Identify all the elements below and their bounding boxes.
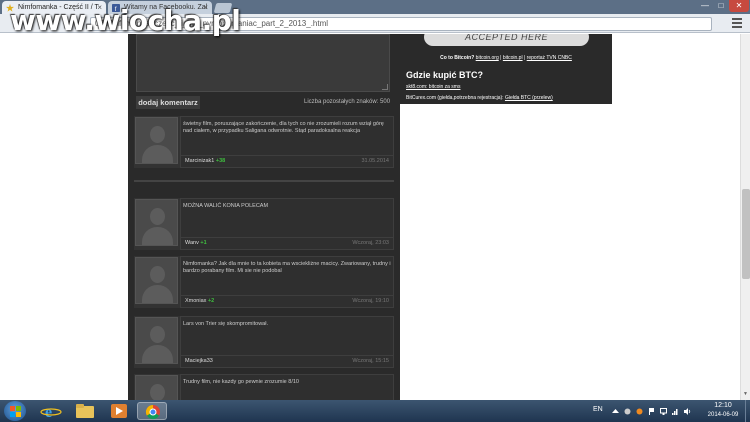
comment-date: Wczoraj, 19:10 bbox=[352, 298, 389, 304]
svg-text:e: e bbox=[45, 404, 52, 420]
comment-author-link[interactable]: Xmoniax +2 bbox=[185, 298, 214, 304]
display-icon[interactable] bbox=[660, 408, 667, 415]
comment-body: Nimfomanka? Jak dla mnie to ta kobieta m… bbox=[180, 256, 394, 308]
comment-text: MOŻNA WALIĆ KONIA POLECAM bbox=[183, 203, 269, 209]
comment-body: Lars von Trier się skompromitował. Macie… bbox=[180, 316, 394, 368]
comment-author-link[interactable]: Wanv +1 bbox=[185, 240, 207, 246]
add-comment-button[interactable]: dodaj komentarz bbox=[136, 96, 200, 109]
comment-item: MOŻNA WALIĆ KONIA POLECAM Wanv +1 Wczora… bbox=[134, 198, 394, 250]
comment-date: Wczoraj, 23:03 bbox=[352, 240, 389, 246]
comment-footer: Xmoniax +2 Wczoraj, 19:10 bbox=[181, 295, 393, 307]
link-tvn-report[interactable]: reportaż TVN CNBC bbox=[527, 55, 572, 61]
clock-time[interactable]: 12:10 bbox=[703, 402, 743, 409]
tray-arrow-icon[interactable] bbox=[612, 408, 619, 415]
chrome-icon[interactable] bbox=[137, 402, 167, 420]
scroll-down-arrow-icon[interactable]: ▼ bbox=[743, 391, 748, 397]
comment-body: świetny film, poruszające zakończenie, d… bbox=[180, 116, 394, 168]
maximize-button[interactable]: □ bbox=[713, 0, 729, 12]
comment-author-link[interactable]: Marcinizak1 +38 bbox=[185, 158, 225, 164]
comment-item: Trudny film, nie kazdy go pewnie zrozumi… bbox=[134, 374, 394, 400]
clock-date[interactable]: 2014-06-09 bbox=[703, 412, 743, 418]
comment-author-link[interactable]: Maciejka33 bbox=[185, 358, 213, 364]
resize-grip-icon[interactable] bbox=[382, 84, 388, 90]
page-viewport: dodaj komentarz Liczba pozostałych znakó… bbox=[0, 34, 740, 400]
bitcoin-sidebar: ACCEPTED HERE Co to Bitcoin? bitcoin.org… bbox=[400, 34, 612, 104]
comment-body: MOŻNA WALIĆ KONIA POLECAM Wanv +1 Wczora… bbox=[180, 198, 394, 250]
language-indicator[interactable]: EN bbox=[593, 406, 603, 413]
avatar bbox=[135, 199, 178, 246]
avatar bbox=[135, 117, 178, 164]
comment-item: Lars von Trier się skompromitował. Macie… bbox=[134, 316, 394, 368]
tray-orange-icon[interactable] bbox=[636, 408, 643, 415]
comment-score: +2 bbox=[207, 298, 215, 304]
exchange-bitcurex: BitCurex.com (giełda,potrzebna rejestrac… bbox=[406, 95, 553, 101]
avatar bbox=[135, 317, 178, 364]
bitcoin-accepted-badge[interactable]: ACCEPTED HERE bbox=[424, 34, 589, 46]
link-bitcurex[interactable]: Giełda BTC (przelew) bbox=[505, 95, 553, 101]
comment-footer: Wanv +1 Wczoraj, 23:03 bbox=[181, 237, 393, 249]
chars-remaining-text: Liczba pozostałych znaków: 500 bbox=[304, 99, 391, 105]
comment-text: świetny film, poruszające zakończenie, d… bbox=[183, 121, 384, 134]
comment-body: Trudny film, nie kazdy go pewnie zrozumi… bbox=[180, 374, 394, 400]
comment-footer: Maciejka33 Wczoraj, 15:15 bbox=[181, 355, 393, 367]
action-center-flag-icon[interactable] bbox=[648, 408, 655, 415]
chrome-menu-icon[interactable] bbox=[732, 18, 742, 28]
bitcoin-info-links: Co to Bitcoin? bitcoin.org | bitcoin.pl … bbox=[440, 55, 572, 61]
comment-text: Nimfomanka? Jak dla mnie to ta kobieta m… bbox=[183, 261, 391, 274]
comment-item: Nimfomanka? Jak dla mnie to ta kobieta m… bbox=[134, 256, 394, 308]
comment-text: Trudny film, nie kazdy go pewnie zrozumi… bbox=[183, 379, 299, 385]
avatar bbox=[135, 257, 178, 304]
avatar bbox=[135, 375, 178, 400]
windows-start-icon[interactable] bbox=[4, 401, 26, 421]
link-bitcoin-org[interactable]: bitcoin.org bbox=[476, 55, 499, 61]
comment-item: świetny film, poruszające zakończenie, d… bbox=[134, 116, 394, 168]
media-player-icon[interactable] bbox=[104, 402, 134, 420]
screen: Nimfomanka - Część II / T × f Witamy na … bbox=[0, 0, 750, 422]
where-buy-heading: Gdzie kupić BTC? bbox=[406, 70, 484, 80]
vertical-scrollbar[interactable]: ▼ bbox=[740, 34, 750, 400]
comment-score: +38 bbox=[215, 158, 226, 164]
minimize-button[interactable]: — bbox=[697, 0, 713, 12]
scroll-thumb[interactable] bbox=[742, 189, 750, 279]
close-window-button[interactable]: ✕ bbox=[729, 0, 749, 12]
comment-date: Wczoraj, 15:15 bbox=[352, 358, 389, 364]
comment-text: Lars von Trier się skompromitował. bbox=[183, 321, 268, 327]
comments-column: dodaj komentarz Liczba pozostałych znakó… bbox=[128, 34, 400, 400]
comment-textarea[interactable] bbox=[136, 34, 390, 92]
folder-icon[interactable] bbox=[70, 402, 100, 420]
windows-taskbar: e EN 12:10 2014-06-09 bbox=[0, 400, 750, 422]
section-divider bbox=[134, 180, 394, 182]
link-bitcoin-pl[interactable]: bitcoin.pl bbox=[503, 55, 523, 61]
link-skt8[interactable]: skt8.com: bitcoin za sms bbox=[406, 84, 460, 90]
tray-app-icon[interactable] bbox=[624, 408, 631, 415]
internet-explorer-icon[interactable]: e bbox=[36, 402, 66, 421]
watermark: www.wiocha.pl bbox=[10, 4, 241, 37]
comment-date: 31.05.2014 bbox=[361, 158, 389, 164]
network-icon[interactable] bbox=[672, 408, 679, 415]
show-desktop-button[interactable] bbox=[745, 400, 750, 422]
comment-footer: Marcinizak1 +38 31.05.2014 bbox=[181, 155, 393, 167]
volume-icon[interactable] bbox=[684, 408, 691, 415]
comment-score: +1 bbox=[200, 240, 207, 246]
